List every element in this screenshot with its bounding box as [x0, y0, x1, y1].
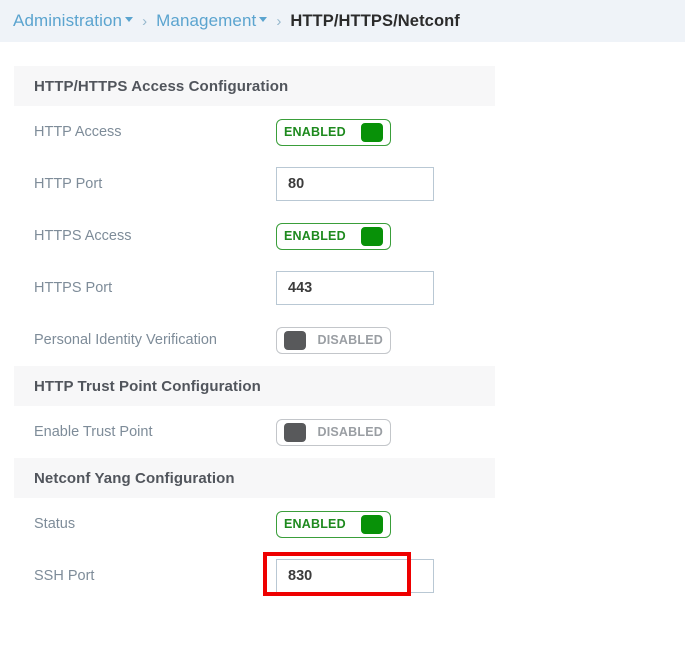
section-header-http-https-access: HTTP/HTTPS Access Configuration — [14, 66, 495, 106]
row-control-http-port — [276, 167, 495, 201]
breadcrumb-separator-1: › — [142, 12, 148, 30]
breadcrumb-item-administration-label: Administration — [13, 11, 123, 30]
toggle-knob — [284, 330, 306, 350]
section-header-netconf-yang: Netconf Yang Configuration — [14, 458, 495, 498]
chevron-down-icon[interactable] — [259, 16, 268, 22]
row-label-http-access: HTTP Access — [34, 123, 122, 140]
toggle-knob — [361, 226, 383, 246]
breadcrumb-separator-2: › — [276, 12, 282, 30]
row-personal-identity-verification: Personal Identity Verification DISABLED — [14, 314, 495, 366]
row-control-http-access: ENABLED — [276, 118, 495, 146]
breadcrumb: Administration › Management › HTTP/HTTPS… — [0, 0, 685, 42]
section-header-http-trust-point: HTTP Trust Point Configuration — [14, 366, 495, 406]
breadcrumb-item-administration[interactable]: Administration — [13, 11, 134, 31]
toggle-http-access-label: ENABLED — [284, 125, 346, 139]
row-enable-trust-point: Enable Trust Point DISABLED — [14, 406, 495, 458]
toggle-https-access[interactable]: ENABLED — [276, 222, 391, 250]
row-control-netconf-status: ENABLED — [276, 510, 495, 538]
ssh-port-input[interactable] — [276, 559, 434, 593]
toggle-knob — [284, 422, 306, 442]
row-https-port: HTTPS Port — [14, 262, 495, 314]
row-control-ssh-port — [276, 559, 495, 593]
toggle-knob — [361, 514, 383, 534]
row-label-http-port: HTTP Port — [34, 175, 103, 192]
toggle-enable-trust-point-label: DISABLED — [317, 425, 383, 439]
row-https-access: HTTPS Access ENABLED — [14, 210, 495, 262]
toggle-personal-identity-verification-label: DISABLED — [317, 333, 383, 347]
chevron-down-icon[interactable] — [125, 16, 134, 22]
breadcrumb-item-management[interactable]: Management — [156, 11, 268, 31]
row-label-personal-identity-verification: Personal Identity Verification — [34, 331, 217, 348]
row-control-https-port — [276, 271, 495, 305]
toggle-knob — [361, 122, 383, 142]
row-http-access: HTTP Access ENABLED — [14, 106, 495, 158]
toggle-netconf-status-label: ENABLED — [284, 517, 346, 531]
row-http-port: HTTP Port — [14, 158, 495, 210]
https-port-input[interactable] — [276, 271, 434, 305]
toggle-personal-identity-verification[interactable]: DISABLED — [276, 326, 391, 354]
toggle-enable-trust-point[interactable]: DISABLED — [276, 418, 391, 446]
row-label-https-access: HTTPS Access — [34, 227, 132, 244]
toggle-http-access[interactable]: ENABLED — [276, 118, 391, 146]
toggle-netconf-status[interactable]: ENABLED — [276, 510, 391, 538]
row-label-enable-trust-point: Enable Trust Point — [34, 423, 153, 440]
toggle-https-access-label: ENABLED — [284, 229, 346, 243]
row-control-personal-identity-verification: DISABLED — [276, 326, 495, 354]
row-control-enable-trust-point: DISABLED — [276, 418, 495, 446]
breadcrumb-item-current: HTTP/HTTPS/Netconf — [290, 11, 460, 30]
config-panel: HTTP/HTTPS Access Configuration HTTP Acc… — [14, 66, 495, 602]
row-label-ssh-port: SSH Port — [34, 567, 95, 584]
row-ssh-port: SSH Port — [14, 550, 495, 602]
breadcrumb-item-management-label: Management — [156, 11, 257, 30]
row-control-https-access: ENABLED — [276, 222, 495, 250]
row-netconf-status: Status ENABLED — [14, 498, 495, 550]
http-port-input[interactable] — [276, 167, 434, 201]
row-label-https-port: HTTPS Port — [34, 279, 113, 296]
row-label-netconf-status: Status — [34, 515, 76, 532]
